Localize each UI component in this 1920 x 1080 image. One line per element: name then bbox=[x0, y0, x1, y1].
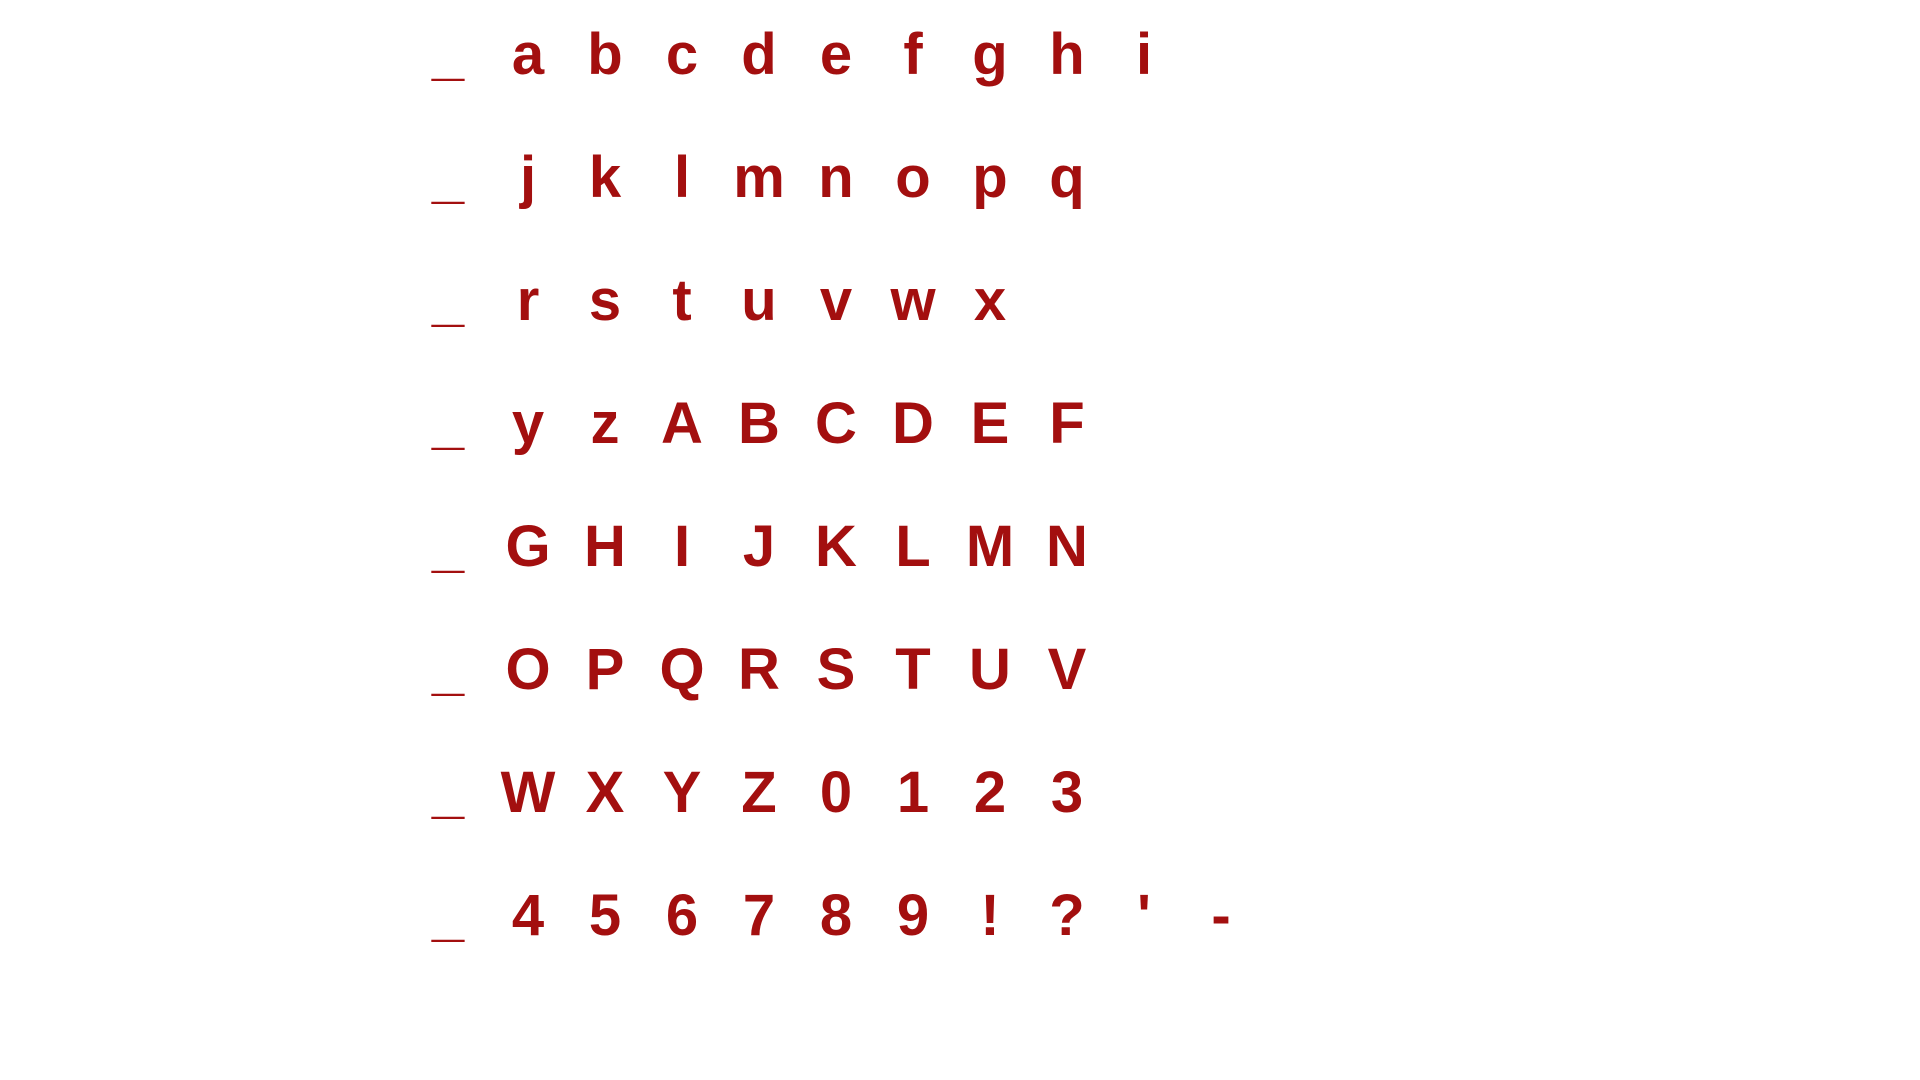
keyboard-row: _ G H I J K L M N bbox=[0, 497, 1920, 597]
character-key[interactable]: - bbox=[1191, 866, 1251, 966]
character-key[interactable]: K bbox=[806, 497, 866, 597]
character-keyboard: _ a b c d e f g h i _ j k l m n o p q _ r s t u v w x _ y z A B C D E F _ G H I… bbox=[0, 0, 1920, 1080]
character-key[interactable]: Z bbox=[729, 743, 789, 843]
keyboard-row: _ y z A B C D E F bbox=[0, 374, 1920, 474]
character-key[interactable]: B bbox=[729, 374, 789, 474]
character-key[interactable]: t bbox=[652, 251, 712, 351]
character-key[interactable]: Y bbox=[652, 743, 712, 843]
character-key[interactable]: 9 bbox=[883, 866, 943, 966]
character-key[interactable]: x bbox=[960, 251, 1020, 351]
character-key[interactable]: ! bbox=[960, 866, 1020, 966]
row-cursor-marker: _ bbox=[431, 22, 465, 87]
keyboard-row: _ O P Q R S T U V bbox=[0, 620, 1920, 720]
character-key[interactable]: p bbox=[960, 128, 1020, 228]
character-key[interactable]: w bbox=[883, 251, 943, 351]
character-key[interactable]: u bbox=[729, 251, 789, 351]
character-key[interactable]: ? bbox=[1037, 866, 1097, 966]
character-key[interactable]: F bbox=[1037, 374, 1097, 474]
character-key[interactable]: o bbox=[883, 128, 943, 228]
row-cursor-marker: _ bbox=[431, 514, 465, 579]
character-key[interactable]: l bbox=[652, 128, 712, 228]
character-key[interactable]: m bbox=[729, 128, 789, 228]
character-key[interactable]: N bbox=[1037, 497, 1097, 597]
keyboard-row: _ 4 5 6 7 8 9!? ' - bbox=[0, 866, 1920, 966]
character-key[interactable]: 7 bbox=[729, 866, 789, 966]
character-key[interactable]: k bbox=[575, 128, 635, 228]
row-cursor-marker: _ bbox=[431, 145, 465, 210]
character-key[interactable]: a bbox=[498, 5, 558, 105]
character-key[interactable]: V bbox=[1037, 620, 1097, 720]
character-key[interactable]: G bbox=[498, 497, 558, 597]
character-key[interactable]: r bbox=[498, 251, 558, 351]
character-key[interactable]: O bbox=[498, 620, 558, 720]
keyboard-row: _ a b c d e f g h i bbox=[0, 5, 1920, 105]
keyboard-row: _ W X Y Z 0 1 2 3 bbox=[0, 743, 1920, 843]
character-key[interactable]: H bbox=[575, 497, 635, 597]
keyboard-row: _ r s t u v w x bbox=[0, 251, 1920, 351]
character-key[interactable]: R bbox=[729, 620, 789, 720]
character-key[interactable]: 2 bbox=[960, 743, 1020, 843]
row-cursor-marker: _ bbox=[431, 760, 465, 825]
character-key[interactable]: J bbox=[729, 497, 789, 597]
character-key[interactable]: b bbox=[575, 5, 635, 105]
row-cursor-marker: _ bbox=[431, 268, 465, 333]
character-key[interactable]: D bbox=[883, 374, 943, 474]
character-key[interactable]: q bbox=[1037, 128, 1097, 228]
character-key[interactable]: e bbox=[806, 5, 866, 105]
character-key[interactable]: I bbox=[652, 497, 712, 597]
character-key[interactable]: P bbox=[575, 620, 635, 720]
character-key[interactable]: W bbox=[498, 743, 558, 843]
character-key[interactable]: j bbox=[498, 128, 558, 228]
character-key[interactable]: L bbox=[883, 497, 943, 597]
character-key[interactable]: 0 bbox=[806, 743, 866, 843]
character-key[interactable]: X bbox=[575, 743, 635, 843]
character-key[interactable]: f bbox=[883, 5, 943, 105]
character-key[interactable]: n bbox=[806, 128, 866, 228]
character-key[interactable]: g bbox=[960, 5, 1020, 105]
character-key[interactable]: 6 bbox=[652, 866, 712, 966]
keyboard-row: _ j k l m n o p q bbox=[0, 128, 1920, 228]
character-key[interactable]: M bbox=[960, 497, 1020, 597]
character-key[interactable]: C bbox=[806, 374, 866, 474]
character-key[interactable]: y bbox=[498, 374, 558, 474]
character-key[interactable]: v bbox=[806, 251, 866, 351]
character-key[interactable]: 4 bbox=[498, 866, 558, 966]
character-key[interactable]: T bbox=[883, 620, 943, 720]
character-key[interactable]: c bbox=[652, 5, 712, 105]
character-key[interactable]: A bbox=[652, 374, 712, 474]
character-key[interactable]: ' bbox=[1114, 866, 1174, 966]
character-key[interactable]: 5 bbox=[575, 866, 635, 966]
character-key[interactable]: d bbox=[729, 5, 789, 105]
character-key[interactable]: Q bbox=[652, 620, 712, 720]
character-key[interactable]: U bbox=[960, 620, 1020, 720]
character-key[interactable]: i bbox=[1114, 5, 1174, 105]
character-key[interactable]: 3 bbox=[1037, 743, 1097, 843]
character-key[interactable]: S bbox=[806, 620, 866, 720]
character-key[interactable]: s bbox=[575, 251, 635, 351]
character-key[interactable]: h bbox=[1037, 5, 1097, 105]
row-cursor-marker: _ bbox=[431, 883, 465, 948]
character-key[interactable]: 1 bbox=[883, 743, 943, 843]
row-cursor-marker: _ bbox=[431, 391, 465, 456]
character-key[interactable]: z bbox=[575, 374, 635, 474]
character-key[interactable]: 8 bbox=[806, 866, 866, 966]
character-key[interactable]: E bbox=[960, 374, 1020, 474]
row-cursor-marker: _ bbox=[431, 637, 465, 702]
